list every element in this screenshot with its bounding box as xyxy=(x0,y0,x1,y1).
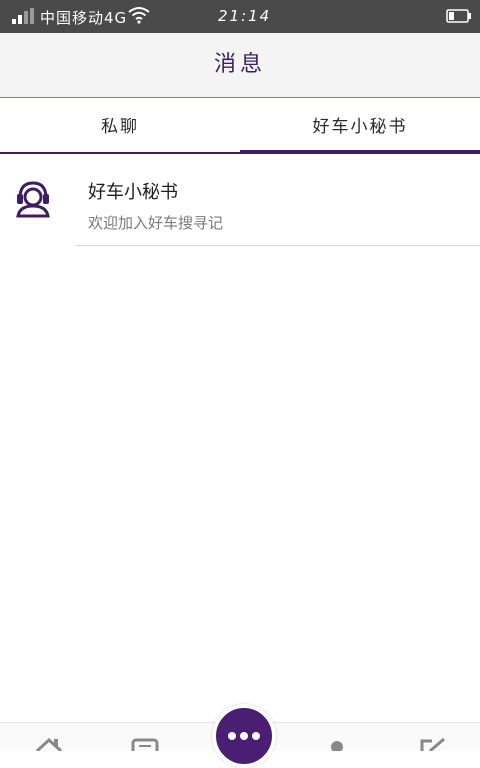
clock: 21:14 xyxy=(218,7,272,25)
app-header: 消息 xyxy=(0,33,480,98)
page-title: 消息 xyxy=(213,52,266,77)
tab-selected-indicator xyxy=(240,150,480,154)
chat-icon[interactable] xyxy=(130,737,160,751)
signal-icon xyxy=(12,8,34,24)
battery-icon xyxy=(446,9,471,23)
person-icon[interactable] xyxy=(322,737,352,751)
divider xyxy=(75,245,480,246)
message-preview: 欢迎加入好车搜寻记 xyxy=(88,214,224,232)
tab-private-chat[interactable]: 私聊 xyxy=(0,98,240,150)
carrier-label: 中国移动4G xyxy=(40,9,128,27)
message-title: 好车小秘书 xyxy=(88,182,178,203)
wifi-icon xyxy=(128,7,150,24)
tab-secretary[interactable]: 好车小秘书 xyxy=(240,98,480,150)
more-icon xyxy=(228,732,260,740)
more-button[interactable] xyxy=(212,704,276,768)
list-item[interactable]: 好车小秘书 欢迎加入好车搜寻记 xyxy=(0,156,480,246)
status-bar: 中国移动4G 21:14 xyxy=(0,0,480,33)
tab-bar: 私聊 好车小秘书 xyxy=(0,98,480,154)
support-agent-icon xyxy=(16,181,50,218)
message-list: 好车小秘书 欢迎加入好车搜寻记 xyxy=(0,156,480,246)
edit-icon[interactable] xyxy=(418,737,448,751)
home-icon[interactable] xyxy=(34,737,64,751)
